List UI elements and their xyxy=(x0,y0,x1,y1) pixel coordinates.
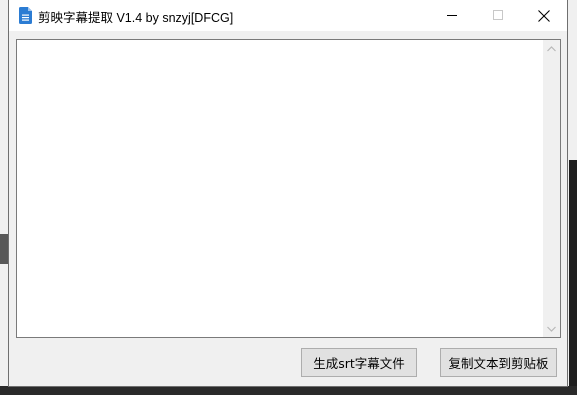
scroll-up-button[interactable] xyxy=(543,40,560,57)
scroll-down-button[interactable] xyxy=(543,320,560,337)
maximize-icon xyxy=(492,10,503,20)
vertical-scrollbar[interactable] xyxy=(543,40,560,337)
maximize-button[interactable] xyxy=(475,0,521,31)
app-window: 剪映字幕提取 V1.4 by snzyj[DFCG] 生成srt字幕文件 复制文… xyxy=(8,0,568,387)
close-button[interactable] xyxy=(521,0,567,31)
title-bar[interactable]: 剪映字幕提取 V1.4 by snzyj[DFCG] xyxy=(9,0,567,31)
minimize-icon xyxy=(446,15,457,16)
window-title: 剪映字幕提取 V1.4 by snzyj[DFCG] xyxy=(38,11,234,25)
generate-srt-button[interactable]: 生成srt字幕文件 xyxy=(301,348,417,377)
subtitle-text-area[interactable] xyxy=(16,39,561,338)
close-icon xyxy=(538,9,550,22)
chevron-up-icon xyxy=(547,45,556,51)
chevron-down-icon xyxy=(547,326,556,332)
background-bottom xyxy=(0,386,577,395)
copy-to-clipboard-button[interactable]: 复制文本到剪贴板 xyxy=(440,348,557,377)
background-right-dark xyxy=(569,160,577,395)
document-icon xyxy=(19,7,32,24)
minimize-button[interactable] xyxy=(429,0,475,31)
